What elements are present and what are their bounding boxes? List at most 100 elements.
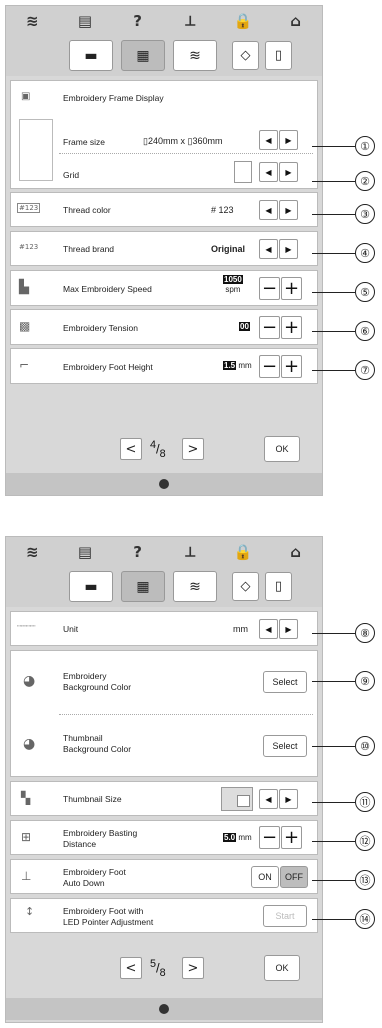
thread-color-label: Thread color [63,205,111,215]
callout-8: ⑧ [355,623,375,643]
speed-minus-button[interactable]: − [259,277,280,300]
lock-icon[interactable]: 🔒 [230,543,256,561]
machine-info-button[interactable]: ◇ [232,572,259,601]
page-icon[interactable]: ▤ [72,12,98,30]
thumb-bg-color-label: Thumbnail Background Color [63,733,131,755]
lock-icon[interactable]: 🔒 [230,12,256,30]
thumbnail-size-preview [221,787,253,811]
basting-minus-button[interactable]: − [259,826,280,849]
page-indicator: 4/8 [150,439,166,460]
basting-icon: ⊞ [21,830,32,844]
thread-brand-next-button[interactable]: ▶ [279,239,298,259]
speed-plus-button[interactable]: + [281,277,302,300]
callout-11: ⑪ [355,792,375,812]
thumb-size-prev-button[interactable]: ◀ [259,789,278,809]
thread-color-next-button[interactable]: ▶ [279,200,298,220]
unit-next-button[interactable]: ▶ [279,619,298,639]
settings-tab-row: ▬ ▦ ≋ ◇ ▯ [6,567,322,607]
page-nav: < 5/8 > OK [6,950,322,984]
home-icon[interactable]: ⌂ [283,543,309,561]
callout-line [312,370,355,371]
help-icon[interactable]: ? [125,543,151,561]
frame-display-label: Embroidery Frame Display [63,93,164,103]
grid-prev-button[interactable]: ◀ [259,162,278,182]
callout-14: ⑭ [355,909,375,929]
grid-next-button[interactable]: ▶ [279,162,298,182]
basting-label: Embroidery Basting Distance [63,828,137,850]
ok-button[interactable]: OK [264,436,300,462]
thread-brand-prev-button[interactable]: ◀ [259,239,278,259]
speed-icon: ▙ [19,280,29,295]
ok-button[interactable]: OK [264,955,300,981]
max-speed-value: 1050 spm [223,275,243,295]
thumbnail-color-icon: ◕ [23,736,36,752]
settings-screen-page-5: ≋ ▤ ? ⟂ 🔒 ⌂ ▬ ▦ ≋ ◇ ▯ ┈┈┈┈ Unit mm ◀ ▶ ◕… [5,536,323,1023]
frame-size-prev-button[interactable]: ◀ [259,130,278,150]
tab-sewing-machine[interactable]: ▬ [69,40,113,71]
tab-embroidery[interactable]: ▦ [121,40,165,71]
callout-4: ④ [355,243,375,263]
frame-preview [19,119,53,181]
callout-6: ⑥ [355,321,375,341]
home-icon[interactable]: ⌂ [283,12,309,30]
auto-down-off-button[interactable]: OFF [280,866,308,888]
home-button[interactable] [159,479,169,489]
help-icon[interactable]: ? [125,12,151,30]
foot-height-number: 1.5 [223,361,237,370]
callout-7: ⑦ [355,360,375,380]
wifi-icon[interactable]: ≋ [19,543,45,561]
callout-line [312,841,355,842]
thumbnail-size-panel: ▚ Thumbnail Size ◀ ▶ [10,781,318,816]
tab-embroidery[interactable]: ▦ [121,571,165,602]
bg-color-select-button[interactable]: Select [263,671,307,693]
unit-panel: ┈┈┈┈ Unit mm ◀ ▶ [10,611,318,646]
tab-wireless[interactable]: ≋ [173,40,217,71]
screen-save-button[interactable]: ▯ [265,41,292,70]
tension-icon: ▩ [19,319,31,333]
foot-auto-down-panel: ⊥ Embroidery Foot Auto Down ON OFF [10,859,318,894]
led-pointer-panel: ↕ Embroidery Foot with LED Pointer Adjust… [10,898,318,933]
tab-wireless[interactable]: ≋ [173,571,217,602]
basting-plus-button[interactable]: + [281,826,302,849]
frame-height: 360mm [192,136,223,146]
speed-unit: spm [225,285,241,294]
max-speed-panel: ▙ Max Embroidery Speed 1050 spm − + [10,270,318,306]
bg-color-label-line2: Background Color [63,682,132,692]
led-label-line1: Embroidery Foot with [63,906,144,916]
callout-line [312,746,355,747]
tension-plus-button[interactable]: + [281,316,302,339]
settings-screen-page-4: ≋ ▤ ? ⟂ 🔒 ⌂ ▬ ▦ ≋ ◇ ▯ ▣ Embroidery Frame… [5,5,323,496]
prev-page-button[interactable]: < [120,957,142,979]
callout-1: ① [355,136,375,156]
foot-height-plus-button[interactable]: + [281,355,302,378]
thread-brand-icon: #123 [19,243,39,251]
callout-line [312,181,355,182]
callout-3: ③ [355,204,375,224]
led-pointer-start-button[interactable]: Start [263,905,307,927]
home-button[interactable] [159,1004,169,1014]
prev-page-button[interactable]: < [120,438,142,460]
needle-icon[interactable]: ⟂ [177,543,203,561]
foot-height-value: 1.5 mm [223,361,252,370]
thumb-size-next-button[interactable]: ▶ [279,789,298,809]
screen-save-button[interactable]: ▯ [265,572,292,601]
thread-color-prev-button[interactable]: ◀ [259,200,278,220]
led-pointer-icon: ↕ [25,905,35,918]
foot-height-minus-button[interactable]: − [259,355,280,378]
auto-down-on-button[interactable]: ON [251,866,279,888]
page-icon[interactable]: ▤ [72,543,98,561]
machine-info-button[interactable]: ◇ [232,41,259,70]
next-page-button[interactable]: > [182,957,204,979]
thumb-bg-color-select-button[interactable]: Select [263,735,307,757]
frame-size-next-button[interactable]: ▶ [279,130,298,150]
needle-icon[interactable]: ⟂ [177,12,203,30]
tab-sewing-machine[interactable]: ▬ [69,571,113,602]
basting-label-line2: Distance [63,839,97,849]
next-page-button[interactable]: > [182,438,204,460]
unit-prev-button[interactable]: ◀ [259,619,278,639]
tension-minus-button[interactable]: − [259,316,280,339]
top-toolbar: ≋ ▤ ? ⟂ 🔒 ⌂ [6,6,322,36]
frame-width: 240mm [147,136,178,146]
frame-display-icon: ▣ [21,91,31,102]
wifi-icon[interactable]: ≋ [19,12,45,30]
